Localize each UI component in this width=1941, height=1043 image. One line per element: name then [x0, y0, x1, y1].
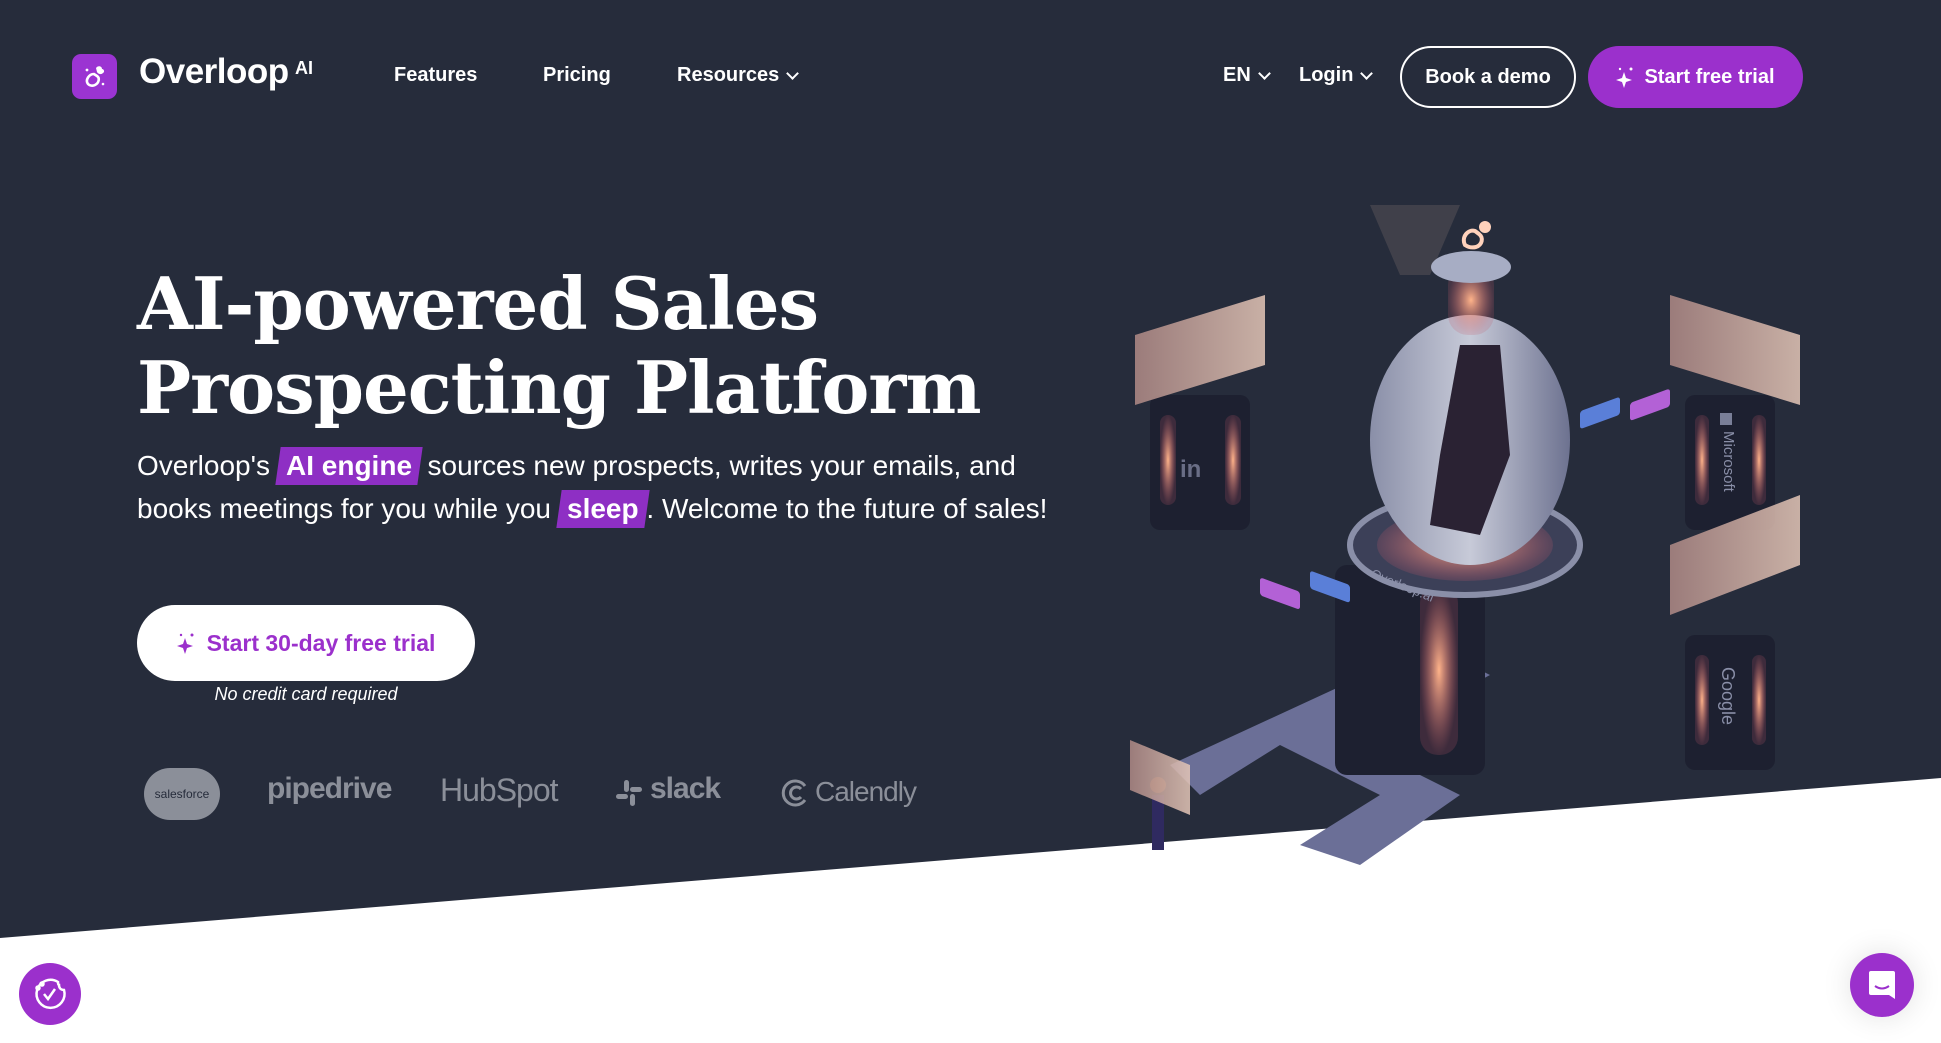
cookie-consent-button[interactable] — [19, 963, 81, 1025]
nav-resources[interactable]: Resources — [677, 64, 800, 87]
chevron-down-icon — [1360, 66, 1374, 80]
highlight-text: sleep — [566, 493, 639, 524]
nav-pricing[interactable]: Pricing — [543, 64, 611, 87]
logo-icon[interactable] — [72, 54, 117, 99]
cookie-check-icon — [35, 978, 66, 1010]
start-free-trial-button[interactable]: Start free trial — [1588, 46, 1803, 108]
salesperson-figure — [1130, 740, 1190, 850]
hero-illustration: Overloop.ai in Microsoft Google — [1130, 205, 1800, 865]
book-demo-button[interactable]: Book a demo — [1400, 46, 1576, 108]
microsoft-label: Microsoft — [1720, 431, 1737, 493]
prospect-card — [1580, 397, 1620, 429]
description-text: . Welcome to the future of sales! — [646, 493, 1048, 524]
highlight-ai-engine: AI engine — [275, 447, 423, 485]
profile-panel — [1135, 295, 1265, 405]
microsoft-pillar: Microsoft — [1670, 295, 1800, 530]
login-dropdown[interactable]: Login — [1299, 64, 1374, 87]
sparkle-icon — [1616, 67, 1633, 88]
calendly-icon — [781, 778, 811, 808]
hero-title-line-2: Prospecting Platform — [137, 345, 982, 430]
email-panel — [1670, 295, 1800, 405]
hero-title: AI-powered Sales Prospecting Platform — [137, 261, 982, 430]
login-label: Login — [1299, 64, 1354, 86]
calendly-logo: Calendly — [815, 776, 917, 807]
salesforce-label: salesforce — [154, 787, 210, 801]
prospect-card — [1260, 578, 1300, 609]
cta-label: Start 30-day free trial — [206, 629, 436, 656]
highlight-sleep: sleep — [556, 490, 650, 528]
hero-title-line-1: AI-powered Sales — [137, 261, 819, 346]
logo-wordmark[interactable]: Overloop — [139, 52, 289, 92]
no-credit-card-note: No credit card required — [214, 684, 398, 704]
linkedin-pillar: in — [1135, 295, 1265, 530]
overloop-logo-hologram — [1461, 221, 1491, 250]
prospect-card — [1630, 389, 1670, 421]
chat-bubble-icon — [1869, 971, 1895, 999]
description-text: Overloop's — [137, 450, 278, 481]
google-label: Google — [1718, 667, 1738, 725]
microsoft-logo-icon — [1720, 413, 1732, 425]
slack-logo: slack — [650, 772, 721, 805]
salesforce-logo: salesforce — [144, 768, 220, 820]
glow-tube — [1420, 585, 1458, 755]
chevron-down-icon — [1257, 66, 1271, 80]
start-30-day-trial-button[interactable]: Start 30-day free trial — [137, 605, 475, 681]
nav-features[interactable]: Features — [394, 64, 477, 87]
linkedin-label: in — [1180, 456, 1201, 483]
nav-pricing-label: Pricing — [543, 64, 611, 86]
nav-features-label: Features — [394, 64, 478, 86]
pipedrive-logo: pipedrive — [267, 772, 392, 805]
start-free-trial-label: Start free trial — [1644, 65, 1775, 88]
sparkle-icon — [176, 633, 194, 654]
hero-description: Overloop's AI engine sources new prospec… — [137, 444, 1097, 530]
nav-resources-label: Resources — [677, 64, 780, 86]
google-pillar: Google — [1670, 495, 1800, 770]
language-selector[interactable]: EN — [1223, 64, 1271, 87]
slack-icon — [614, 778, 644, 808]
logo-ai-suffix: AI — [295, 58, 313, 78]
highlight-text: AI engine — [285, 450, 412, 481]
language-label: EN — [1223, 64, 1251, 86]
flask-cap — [1431, 251, 1511, 283]
hubspot-logo: HubSpot — [440, 772, 559, 808]
chat-widget-button[interactable] — [1850, 953, 1914, 1017]
chevron-down-icon — [786, 66, 800, 80]
